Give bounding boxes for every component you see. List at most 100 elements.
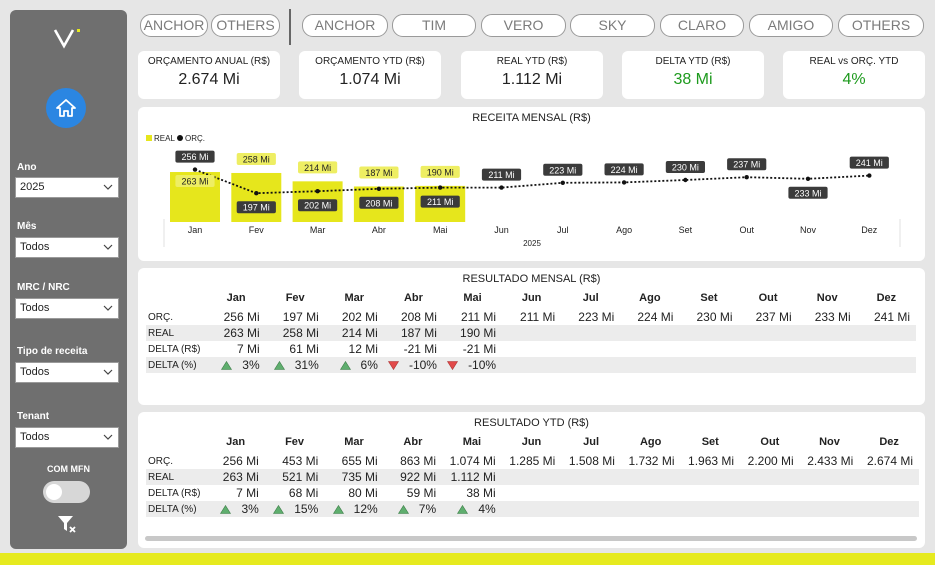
table-cell: 258 Mi (265, 325, 325, 341)
table-cell (739, 341, 798, 357)
filter-tipo-label: Tipo de receita (17, 346, 88, 357)
table-cell: 208 Mi (400, 310, 437, 324)
clear-filter-icon[interactable] (56, 513, 78, 535)
table-cell: 2.200 Mi (747, 454, 794, 468)
filter-mrc-select[interactable]: Todos (15, 298, 119, 319)
point-orc-jun (499, 185, 504, 190)
delta-percent-value: -10% (468, 358, 497, 372)
table-cell: 59 Mi (406, 486, 437, 500)
table-cell: 3% (206, 357, 266, 373)
table-cell (502, 485, 562, 501)
table-cell (798, 341, 857, 357)
filter-mrc-value: Todos (20, 302, 50, 314)
segment-button-amigo[interactable]: AMIGO (749, 14, 833, 37)
table-cell: 12% (324, 501, 384, 517)
filter-sidebar: Ano 2025 Mês Todos MRC / NRC Todos Tipo … (10, 10, 127, 549)
delta-percent-value: 31% (294, 358, 319, 372)
data-label-orc-ago: 224 Mi (611, 165, 638, 175)
table-cell: -21 Mi (403, 342, 437, 356)
data-label-orc-nov: 233 Mi (794, 188, 821, 198)
chart-panel: RECEITA MENSAL (R$) REAL ORÇ. 256 Mi 197 Mi… (138, 107, 925, 261)
kpi-title: ORÇAMENTO ANUAL (R$) (147, 56, 271, 67)
column-header-mar: Mar (344, 292, 365, 304)
segment-button-sky[interactable]: SKY (570, 14, 655, 37)
x-tick-dez: Dez (861, 225, 878, 235)
x-tick-jan: Jan (188, 225, 203, 235)
segment-button-tim[interactable]: TIM (392, 14, 476, 37)
table-cell: 15% (264, 501, 325, 517)
mfn-toggle[interactable] (43, 481, 90, 503)
table-cell (561, 501, 621, 517)
delta-percent-value: 7% (418, 502, 437, 516)
kpi-value: 38 Mi (673, 71, 713, 88)
delta-percent-value: 6% (360, 358, 378, 372)
table-cell: 263 Mi (206, 325, 266, 341)
kpi-value: 1.074 Mi (339, 71, 401, 88)
column-header-jun: Jun (521, 436, 542, 448)
table-cell (738, 357, 798, 373)
table-cell (502, 325, 562, 341)
table-row: DELTA (R$) 7 Mi 68 Mi 80 Mi 59 Mi 38 Mi (146, 485, 919, 501)
data-label-orc-jan: 256 Mi (181, 152, 208, 162)
data-label-orc-set: 230 Mi (672, 163, 699, 173)
data-label-orc-fev: 197 Mi (243, 203, 270, 213)
data-label-real-abr: 187 Mi (365, 168, 392, 178)
segment-button-others-group[interactable]: OTHERS (211, 14, 280, 37)
column-header-ago: Ago (639, 292, 661, 304)
trend-up-icon (457, 505, 469, 514)
kpi-value: 2.674 Mi (178, 71, 240, 88)
home-icon (56, 99, 76, 117)
table-row: ORÇ. 256 Mi 197 Mi 202 Mi 208 Mi 211 Mi 211 Mi… (146, 309, 916, 325)
table-row: DELTA (%) 3% 15% 12% 7% 4% (146, 501, 919, 517)
table-cell (561, 357, 621, 373)
column-header-set: Set (700, 292, 718, 304)
table-row: DELTA (%) 3% 31% 6% -10% -10% (146, 357, 916, 373)
segment-button-anchor-group[interactable]: ANCHOR (140, 14, 208, 37)
filter-mes-select[interactable]: Todos (15, 237, 119, 258)
delta-percent-value: 15% (294, 502, 319, 516)
column-header-set: Set (701, 436, 719, 448)
x-tick-fev: Fev (249, 225, 265, 235)
row-label: DELTA (R$) (148, 487, 201, 499)
segment-button-anchor[interactable]: ANCHOR (302, 14, 388, 37)
table-cell: 655 Mi (341, 454, 378, 468)
table-cell: 31% (265, 357, 325, 373)
filter-tipo-select[interactable]: Todos (15, 362, 119, 383)
row-label: DELTA (%) (146, 501, 207, 517)
segment-button-others[interactable]: OTHERS (838, 14, 924, 37)
column-header-jul: Jul (582, 292, 599, 304)
table-cell: 1.963 Mi (688, 454, 735, 468)
column-header-nov: Nov (819, 436, 840, 448)
home-button[interactable] (46, 88, 86, 128)
table-cell: 7% (383, 501, 443, 517)
filter-ano-select[interactable]: 2025 (15, 177, 119, 198)
filter-mes-value: Todos (20, 241, 50, 253)
table-cell (799, 469, 860, 485)
table-cell: 521 Mi (264, 469, 325, 485)
table-cell (502, 341, 561, 357)
table-cell: 197 Mi (282, 310, 319, 324)
data-label-orc-jun: 211 Mi (488, 170, 514, 180)
segment-button-vero[interactable]: VERO (481, 14, 566, 37)
table-cell (740, 501, 800, 517)
delta-percent-value: 4% (478, 502, 496, 516)
trend-up-icon (332, 505, 344, 514)
x-tick-mai: Mai (433, 225, 448, 235)
chip-divider (289, 9, 291, 45)
point-orc-mar (315, 189, 320, 194)
kpi-card-orcamento-ytd: ORÇAMENTO YTD (R$) 1.074 Mi (299, 51, 441, 99)
horizontal-scrollbar[interactable] (145, 536, 917, 541)
kpi-title: ORÇAMENTO YTD (R$) (315, 56, 425, 67)
row-label: DELTA (R$) (148, 343, 201, 355)
x-tick-ago: Ago (616, 225, 632, 235)
chevron-down-icon (103, 244, 113, 250)
table-row: DELTA (R$) 7 Mi 61 Mi 12 Mi -21 Mi -21 Mi (146, 341, 916, 357)
data-label-orc-dez: 241 Mi (856, 158, 883, 168)
mensal-table-title: RESULTADO MENSAL (R$) (462, 273, 601, 285)
segment-button-claro[interactable]: CLARO (660, 14, 744, 37)
trend-up-icon (221, 361, 233, 370)
filter-tenant-select[interactable]: Todos (15, 427, 119, 448)
point-orc-mai (438, 185, 443, 190)
x-tick-abr: Abr (372, 225, 386, 235)
table-cell (800, 485, 860, 501)
